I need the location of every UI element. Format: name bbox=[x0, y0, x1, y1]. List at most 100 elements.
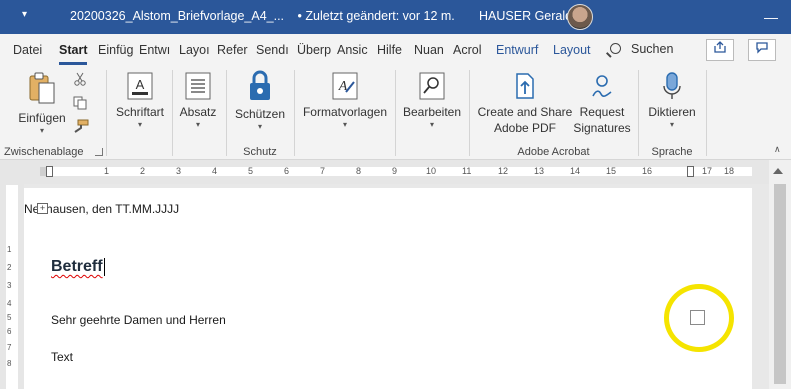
ribbon-tabs: Datei Start Einfüg Entwı Layoı Refer Sen… bbox=[0, 34, 791, 66]
search-label: Suchen bbox=[631, 42, 674, 56]
signature-icon bbox=[592, 75, 612, 97]
copy-icon[interactable] bbox=[73, 96, 87, 110]
ribbon-separator bbox=[706, 70, 707, 156]
dictate-button[interactable]: Diktieren ▾ bbox=[644, 72, 700, 130]
ruler-number: 15 bbox=[606, 166, 617, 176]
clipboard-dialog-launcher[interactable] bbox=[95, 148, 103, 156]
left-indent-marker[interactable] bbox=[46, 166, 53, 177]
search-icon bbox=[419, 72, 445, 100]
right-indent-marker[interactable] bbox=[687, 166, 694, 177]
share-icon bbox=[714, 41, 726, 53]
clipboard-group-label: Zwischenablage bbox=[4, 146, 84, 158]
tab-hilfe[interactable]: Hilfe bbox=[377, 43, 402, 57]
scrollbar-thumb[interactable] bbox=[774, 184, 786, 384]
create-pdf-label-2: Adobe PDF bbox=[493, 121, 557, 135]
editing-label: Bearbeiten bbox=[402, 105, 462, 119]
ruler-number: 16 bbox=[642, 166, 653, 176]
styles-button[interactable]: A Formatvorlagen ▾ bbox=[298, 72, 392, 130]
salutation-line[interactable]: Sehr geehrte Damen und Herren bbox=[51, 313, 226, 327]
request-signatures-button[interactable]: Request Signatures bbox=[567, 72, 637, 136]
title-bar: ▾ 20200326_Alstom_Briefvorlage_A4_... • … bbox=[0, 0, 791, 34]
vruler-number: 8 bbox=[7, 359, 12, 368]
vruler-number: 7 bbox=[7, 343, 12, 352]
create-pdf-label-1: Create and Share bbox=[477, 105, 573, 119]
document-page[interactable]: Neuhausen, den TT.MM.JJJJ + Betreff Sehr… bbox=[24, 188, 752, 389]
vruler-number: 4 bbox=[7, 299, 12, 308]
vruler-number: 3 bbox=[7, 281, 12, 290]
tab-sendungen[interactable]: Sendı bbox=[256, 43, 289, 57]
chevron-down-icon: ▾ bbox=[195, 120, 200, 129]
paste-button[interactable]: Einfügen ▾ bbox=[14, 72, 70, 136]
tab-datei[interactable]: Datei bbox=[13, 43, 42, 57]
share-button[interactable] bbox=[706, 39, 734, 61]
ruler-number: 3 bbox=[176, 166, 182, 176]
tab-referenzen[interactable]: Refer bbox=[217, 43, 248, 57]
ruler-number: 18 bbox=[724, 166, 735, 176]
vertical-ruler[interactable]: 1 2 3 4 5 6 7 8 bbox=[6, 185, 18, 389]
chevron-down-icon: ▾ bbox=[257, 122, 262, 131]
vruler-number: 5 bbox=[7, 313, 12, 322]
paragraph-button[interactable]: Absatz ▾ bbox=[175, 72, 221, 130]
body-text-line[interactable]: Text bbox=[51, 350, 73, 364]
styles-icon: A bbox=[332, 72, 358, 100]
tab-entwurf-truncated[interactable]: Entwı bbox=[139, 43, 170, 57]
cut-icon[interactable] bbox=[73, 72, 87, 86]
tab-layout[interactable]: Layout bbox=[553, 43, 591, 57]
document-title[interactable]: 20200326_Alstom_Briefvorlage_A4_... • Zu… bbox=[70, 9, 455, 23]
ruler-number: 8 bbox=[356, 166, 362, 176]
comments-button[interactable] bbox=[748, 39, 776, 61]
ruler-number: 11 bbox=[462, 166, 472, 176]
paste-label: Einfügen bbox=[18, 111, 66, 125]
ruler-number: 12 bbox=[498, 166, 509, 176]
editing-button[interactable]: Bearbeiten ▾ bbox=[400, 72, 464, 130]
svg-text:A: A bbox=[136, 77, 145, 92]
tab-layout-truncated[interactable]: Layoı bbox=[179, 43, 210, 57]
format-painter-icon[interactable] bbox=[73, 119, 89, 133]
font-button[interactable]: A Schriftart ▾ bbox=[112, 72, 168, 130]
chevron-down-icon: ▾ bbox=[137, 120, 142, 129]
acrobat-group: Create and Share Adobe PDF Request Signa… bbox=[469, 66, 638, 160]
request-label-2: Signatures bbox=[573, 121, 631, 135]
tab-start[interactable]: Start bbox=[59, 43, 88, 65]
vertical-scrollbar[interactable] bbox=[769, 160, 791, 389]
font-label: Schriftart bbox=[115, 105, 164, 119]
minimize-button[interactable]: — bbox=[751, 0, 791, 34]
vruler-number: 1 bbox=[7, 245, 12, 254]
subject-heading[interactable]: Betreff bbox=[51, 258, 103, 276]
ribbon-separator bbox=[106, 70, 107, 156]
user-name[interactable]: HAUSER Gerald bbox=[479, 9, 572, 23]
chevron-down-icon: ▾ bbox=[39, 126, 44, 135]
table-move-handle-icon[interactable]: + bbox=[37, 203, 48, 214]
tab-ansicht[interactable]: Ansic bbox=[337, 43, 368, 57]
ruler-number: 5 bbox=[248, 166, 254, 176]
ribbon-separator bbox=[294, 70, 295, 156]
paste-icon bbox=[29, 72, 55, 104]
ribbon: Einfügen ▾ Zwischenablage A Schriftart ▾… bbox=[0, 66, 791, 160]
tab-ueberpruefen[interactable]: Überp bbox=[297, 43, 331, 57]
search-box[interactable]: Suchen bbox=[610, 42, 673, 56]
document-name[interactable]: 20200326_Alstom_Briefvorlage_A4_... bbox=[70, 9, 284, 23]
protect-group: Schützen ▾ Schutz bbox=[226, 66, 294, 160]
clipboard-group: Einfügen ▾ Zwischenablage bbox=[0, 66, 106, 160]
tab-acrobat[interactable]: Acrol bbox=[453, 43, 481, 57]
tab-einfuegen[interactable]: Einfüg bbox=[98, 43, 133, 57]
request-label-1: Request bbox=[579, 105, 625, 119]
microphone-icon bbox=[663, 72, 681, 99]
chevron-down-icon: ▾ bbox=[342, 120, 347, 129]
scroll-up-icon[interactable] bbox=[773, 168, 783, 174]
protect-label: Schützen bbox=[234, 107, 286, 121]
collapse-ribbon-icon[interactable]: ∧ bbox=[774, 144, 781, 155]
text-cursor bbox=[104, 258, 105, 276]
tab-entwurf[interactable]: Entwurf bbox=[496, 43, 538, 57]
create-share-pdf-button[interactable]: Create and Share Adobe PDF bbox=[477, 72, 573, 136]
horizontal-ruler[interactable]: 1 2 3 4 5 6 7 8 9 10 11 12 13 14 15 16 1… bbox=[40, 164, 769, 178]
tab-nuance[interactable]: Nuan bbox=[414, 43, 444, 57]
comment-icon bbox=[756, 42, 768, 54]
dictate-label: Diktieren bbox=[648, 105, 696, 119]
last-modified: • Zuletzt geändert: vor 12 m. bbox=[297, 9, 455, 23]
quick-access-more-icon[interactable]: ▾ bbox=[22, 9, 36, 23]
ruler-number: 4 bbox=[212, 166, 218, 176]
user-avatar[interactable] bbox=[567, 4, 593, 30]
create-pdf-icon bbox=[516, 73, 534, 99]
protect-button[interactable]: Schützen ▾ bbox=[232, 70, 288, 132]
